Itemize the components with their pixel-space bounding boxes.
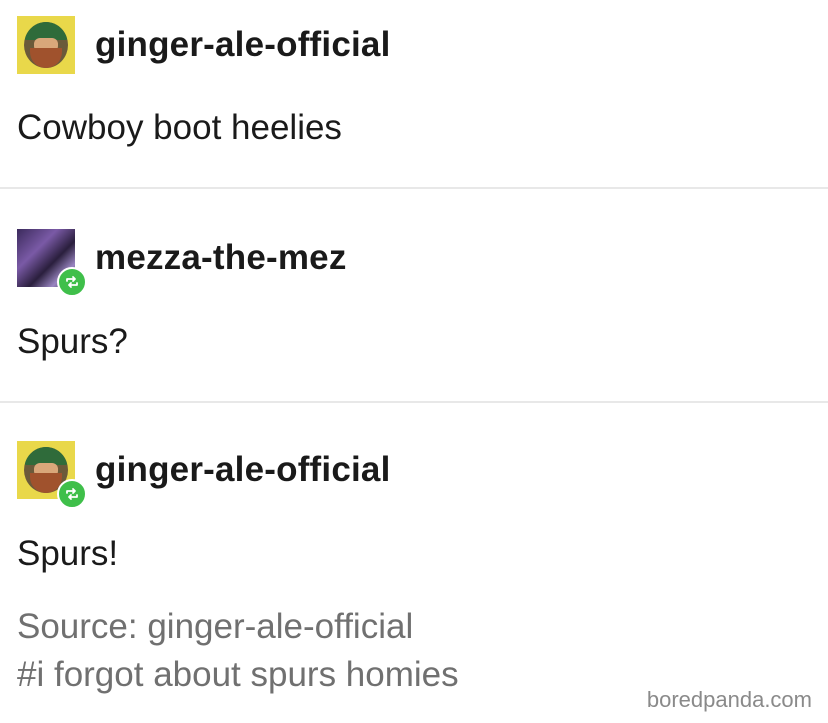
username[interactable]: ginger-ale-official (95, 450, 391, 490)
username[interactable]: ginger-ale-official (95, 25, 391, 65)
source-link[interactable]: Source: ginger-ale-official (17, 603, 459, 651)
post-header: ginger-ale-official (17, 16, 391, 74)
divider (0, 401, 828, 403)
tag-link[interactable]: #i forgot about spurs homies (17, 651, 459, 699)
watermark: boredpanda.com (646, 687, 812, 712)
post-text: Spurs! (17, 534, 119, 573)
username[interactable]: mezza-the-mez (95, 238, 347, 278)
post-text: Spurs? (17, 322, 128, 361)
avatar[interactable] (17, 229, 87, 297)
avatar[interactable] (17, 16, 75, 74)
reblog-icon (57, 479, 87, 509)
post-header: ginger-ale-official (17, 441, 391, 509)
post-text: Cowboy boot heelies (17, 108, 342, 147)
reblog-icon (57, 267, 87, 297)
post-header: mezza-the-mez (17, 229, 347, 297)
divider (0, 187, 828, 189)
post-meta: Source: ginger-ale-official #i forgot ab… (17, 603, 459, 699)
avatar[interactable] (17, 441, 87, 509)
ginger-ale-avatar-icon (24, 22, 68, 68)
